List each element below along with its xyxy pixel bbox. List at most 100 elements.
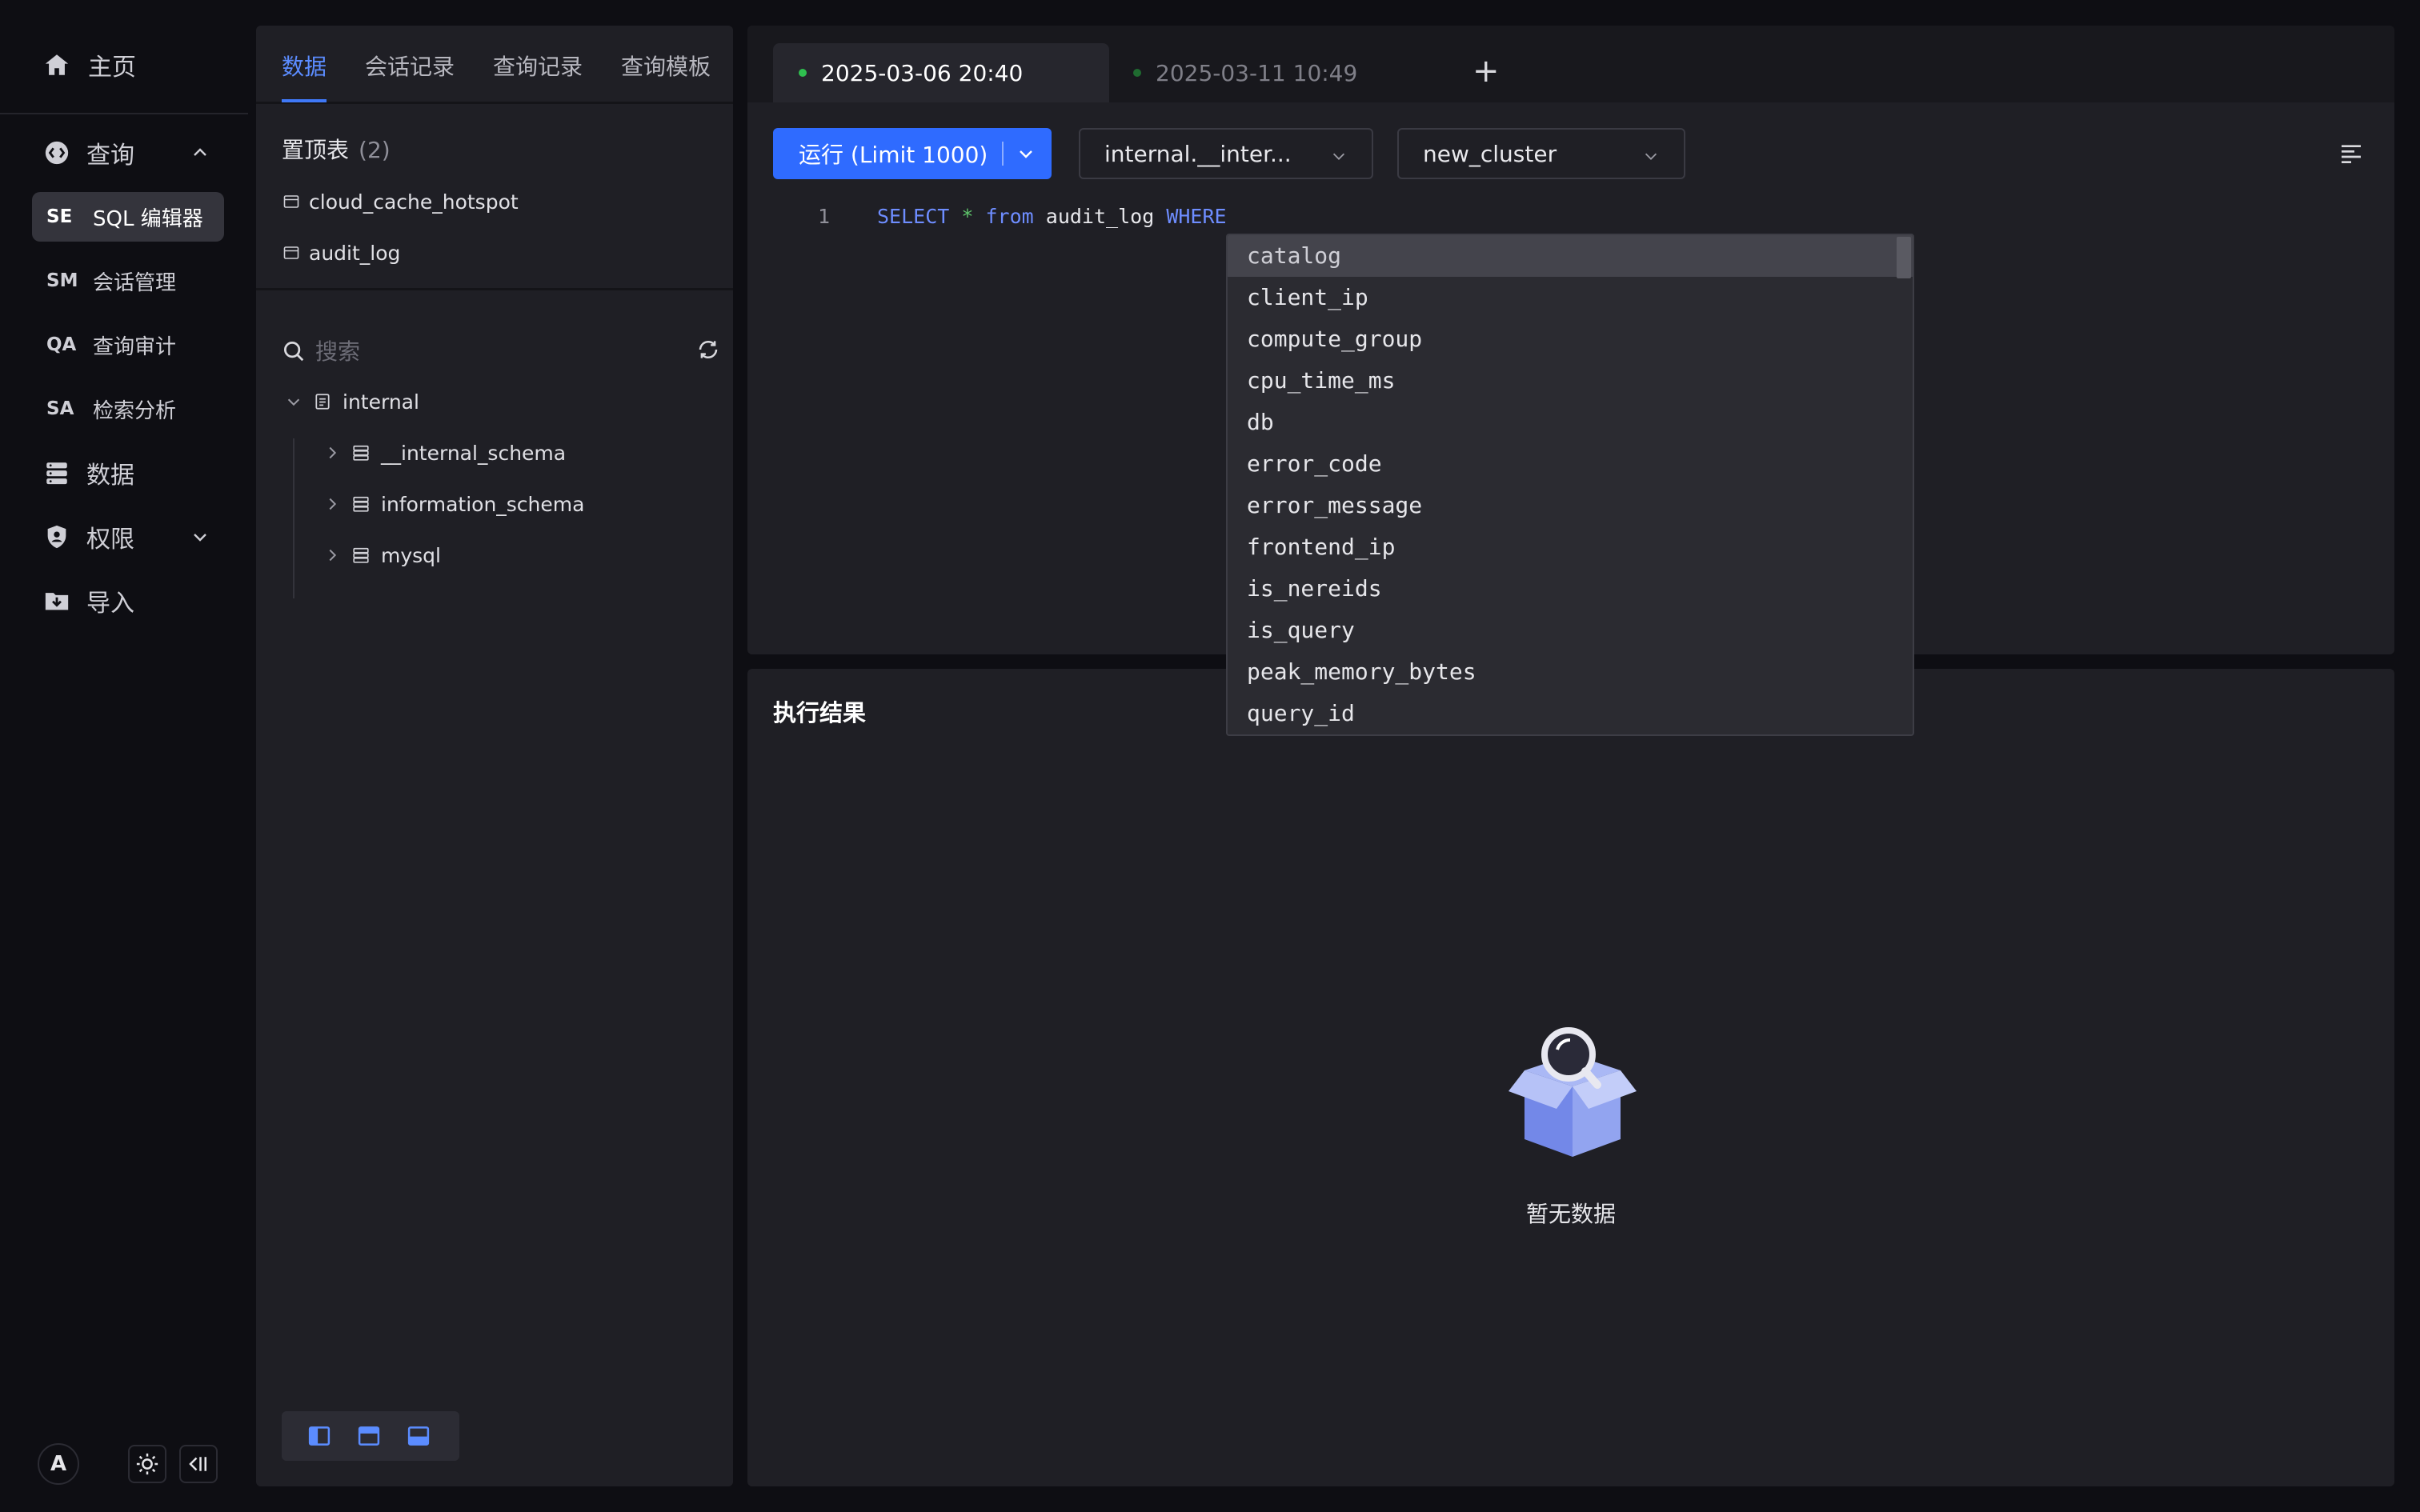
pinned-count: (2) <box>359 137 391 163</box>
query-icon <box>43 139 70 166</box>
suggestion-item[interactable]: client_ip <box>1228 277 1913 318</box>
cluster-select-value: new_cluster <box>1423 140 1557 167</box>
user-avatar[interactable]: A <box>38 1443 79 1485</box>
suggestion-item[interactable]: query_id <box>1228 693 1913 734</box>
layout-left-panel-icon[interactable] <box>307 1424 331 1448</box>
theme-toggle-button[interactable] <box>128 1445 166 1483</box>
suggestion-item[interactable]: is_nereids <box>1228 568 1913 610</box>
nav-abbr: SE <box>46 206 73 227</box>
pinned-tables-header: 置顶表 (2) <box>282 133 391 165</box>
database-select-value: internal.__inter... <box>1104 140 1292 167</box>
tab-session-history[interactable]: 会话记录 <box>365 50 455 82</box>
chevron-down-icon[interactable] <box>1016 144 1036 163</box>
query-tab-active[interactable]: 2025-03-06 20:40 <box>773 43 1109 102</box>
code-content[interactable]: SELECT * from audit_log WHERE <box>877 205 1227 228</box>
run-label: 运行 (Limit 1000) <box>799 142 988 168</box>
collapse-sidebar-button[interactable] <box>179 1445 218 1483</box>
tree-node-label: mysql <box>381 543 441 567</box>
search-input[interactable] <box>315 338 651 365</box>
pinned-table-name: cloud_cache_hotspot <box>309 190 519 214</box>
tree-catalog-internal[interactable]: internal <box>285 382 419 421</box>
chevron-right-icon <box>323 495 341 513</box>
chevron-down-icon <box>285 393 302 410</box>
nav-permission[interactable]: 权限 <box>32 512 224 562</box>
layout-switcher <box>282 1411 459 1461</box>
nav-abbr: SA <box>46 398 74 419</box>
sql-identifier: audit_log <box>1045 205 1155 228</box>
chevron-down-icon <box>1330 147 1348 165</box>
database-icon <box>43 459 70 486</box>
cluster-select[interactable]: new_cluster <box>1397 128 1685 179</box>
pinned-table-item[interactable]: audit_log <box>283 237 400 269</box>
sql-keyword: SELECT <box>877 205 950 228</box>
suggestion-item[interactable]: peak_memory_bytes <box>1228 651 1913 693</box>
query-tab[interactable]: 2025-03-11 10:49 <box>1108 43 1444 102</box>
nav-query-audit[interactable]: QA 查询审计 <box>32 320 224 370</box>
explorer-search <box>282 331 718 371</box>
suggestion-item[interactable]: catalog <box>1228 235 1913 277</box>
tab-data[interactable]: 数据 <box>282 50 327 82</box>
sql-keyword: from <box>985 205 1034 228</box>
tree-database-item[interactable]: __internal_schema <box>323 434 566 472</box>
table-icon <box>283 194 299 210</box>
table-icon <box>283 245 299 261</box>
suggestion-scrollbar[interactable] <box>1897 237 1911 278</box>
pinned-table-name: audit_log <box>309 241 401 265</box>
tree-node-label: internal <box>343 390 419 414</box>
run-query-button[interactable]: 运行 (Limit 1000) <box>773 128 1052 179</box>
results-panel: 执行结果 暂无数据 <box>747 669 2394 1486</box>
suggestion-item[interactable]: db <box>1228 402 1913 443</box>
empty-box-illustration <box>1504 1021 1641 1165</box>
chevron-down-icon <box>190 527 210 546</box>
catalog-icon <box>314 393 331 410</box>
refresh-icon[interactable] <box>696 338 720 362</box>
tab-query-templates[interactable]: 查询模板 <box>621 50 711 82</box>
active-tab-indicator <box>282 99 327 102</box>
tree-database-item[interactable]: mysql <box>323 536 441 574</box>
tree-database-item[interactable]: information_schema <box>323 485 584 523</box>
collapse-left-icon <box>186 1452 210 1476</box>
database-select[interactable]: internal.__inter... <box>1079 128 1373 179</box>
suggestion-item[interactable]: error_message <box>1228 485 1913 526</box>
query-tab-label: 2025-03-11 10:49 <box>1156 59 1358 86</box>
database-icon <box>352 444 370 462</box>
nav-sub-label: 检索分析 <box>93 398 177 423</box>
nav-data[interactable]: 数据 <box>32 448 224 498</box>
suggestion-item[interactable]: is_query <box>1228 610 1913 651</box>
pinned-table-item[interactable]: cloud_cache_hotspot <box>283 186 519 218</box>
database-icon <box>352 546 370 564</box>
nav-query[interactable]: 查询 <box>32 128 224 178</box>
suggestion-item[interactable]: error_code <box>1228 443 1913 485</box>
suggestion-item[interactable]: cpu_time_ms <box>1228 360 1913 402</box>
database-icon <box>352 495 370 513</box>
results-title: 执行结果 <box>773 699 867 726</box>
nav-session-management[interactable]: SM 会话管理 <box>32 256 224 306</box>
nav-sub-label: 查询审计 <box>93 334 177 359</box>
format-align-left-icon[interactable] <box>2338 141 2364 166</box>
import-folder-icon <box>43 587 70 614</box>
query-tab-label: 2025-03-06 20:40 <box>821 59 1024 86</box>
chevron-down-icon <box>1642 147 1660 165</box>
nav-home[interactable]: 主页 <box>32 40 232 90</box>
suggestion-item[interactable]: frontend_ip <box>1228 526 1913 568</box>
tab-query-history[interactable]: 查询记录 <box>493 50 583 82</box>
layout-bottom-panel-icon[interactable] <box>407 1424 431 1448</box>
chevron-right-icon <box>323 546 341 564</box>
home-icon <box>43 51 70 78</box>
sql-keyword: WHERE <box>1166 205 1227 228</box>
explorer-tab-bar: 数据 会话记录 查询记录 查询模板 <box>256 26 733 104</box>
nav-sql-editor[interactable]: SE SQL 编辑器 <box>32 192 224 242</box>
nav-search-analysis[interactable]: SA 检索分析 <box>32 384 224 434</box>
explorer-divider <box>256 288 733 290</box>
code-line[interactable]: 1 SELECT * from audit_log WHERE <box>747 202 1548 237</box>
nav-divider <box>0 113 248 114</box>
data-explorer-panel: 数据 会话记录 查询记录 查询模板 置顶表 (2) cloud_cache_hot… <box>256 26 733 1486</box>
nav-data-label: 数据 <box>86 462 134 490</box>
nav-import[interactable]: 导入 <box>32 576 224 626</box>
shield-user-icon <box>43 523 70 550</box>
tree-node-label: information_schema <box>381 492 585 516</box>
chevron-right-icon <box>323 444 341 462</box>
layout-top-panel-icon[interactable] <box>357 1424 381 1448</box>
suggestion-item[interactable]: compute_group <box>1228 318 1913 360</box>
add-tab-button[interactable]: + <box>1472 53 1500 90</box>
